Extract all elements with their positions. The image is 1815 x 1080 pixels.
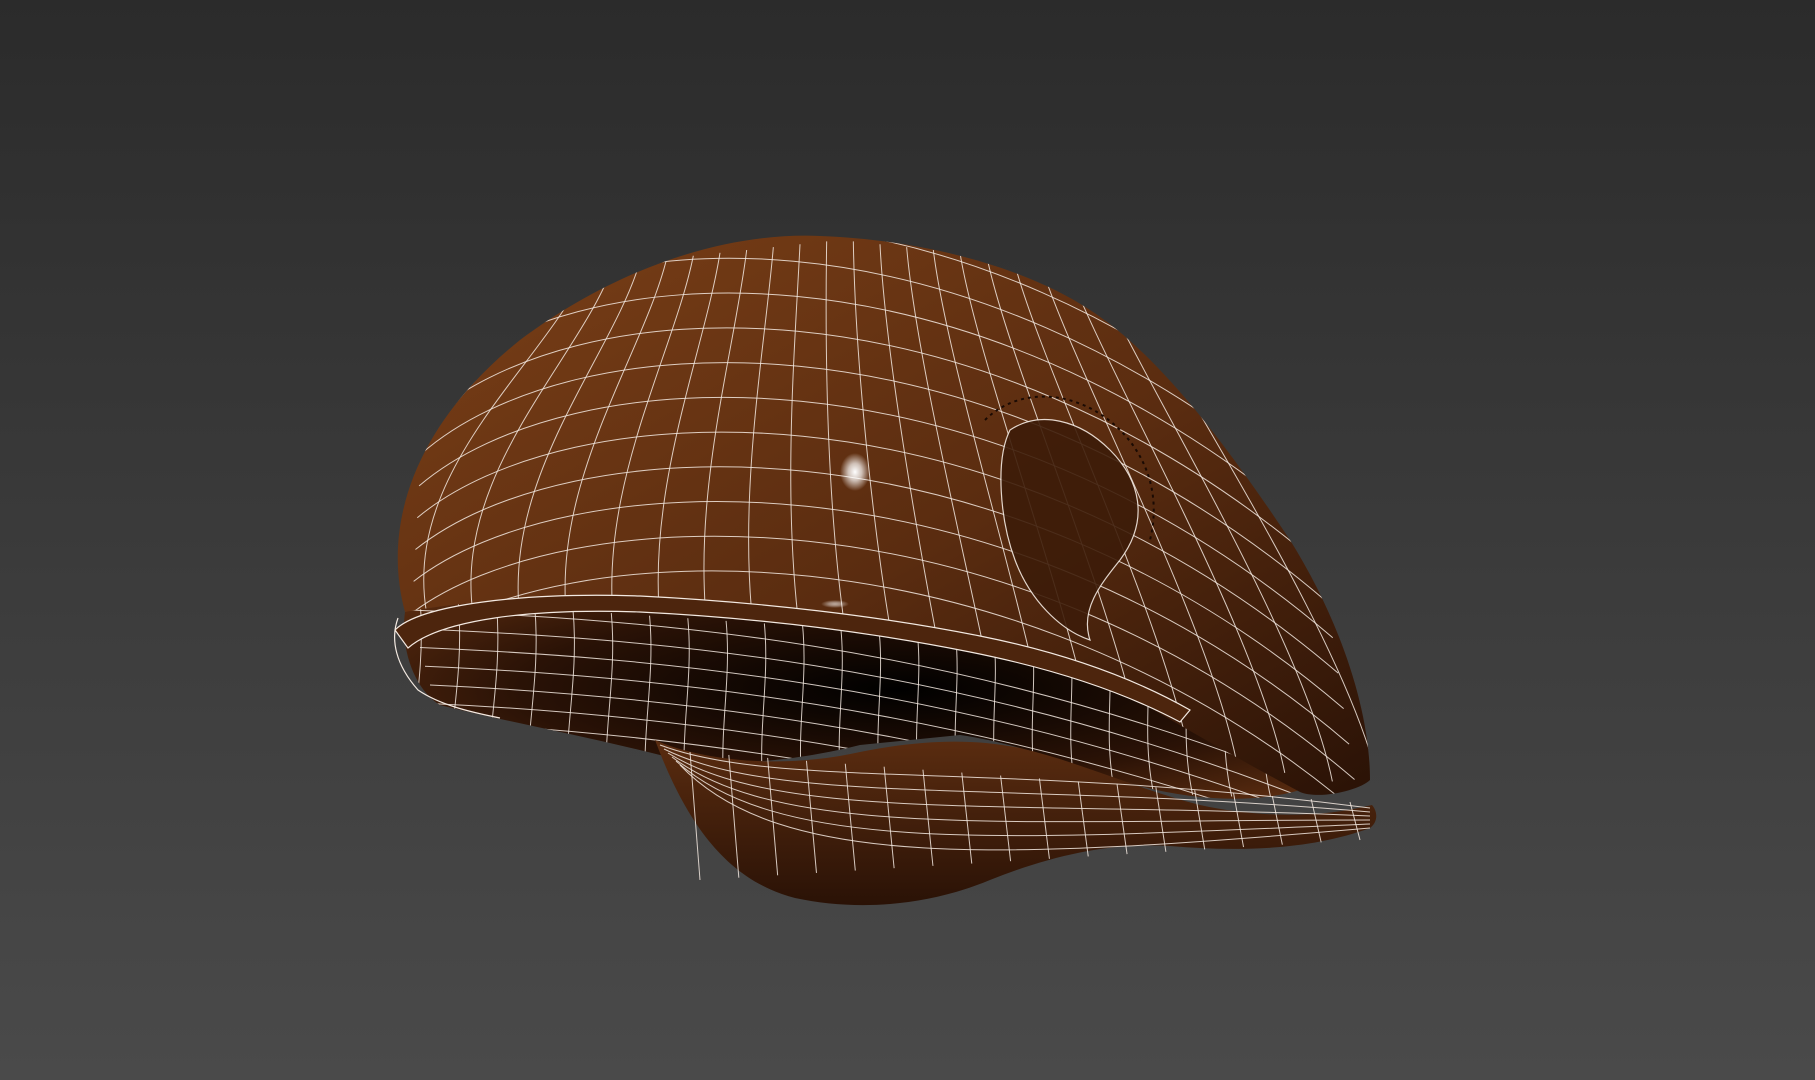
rim-highlight <box>821 600 849 608</box>
specular-highlight <box>840 453 870 491</box>
viewport-scene[interactable] <box>0 0 1815 1080</box>
3d-viewport[interactable] <box>0 0 1815 1080</box>
